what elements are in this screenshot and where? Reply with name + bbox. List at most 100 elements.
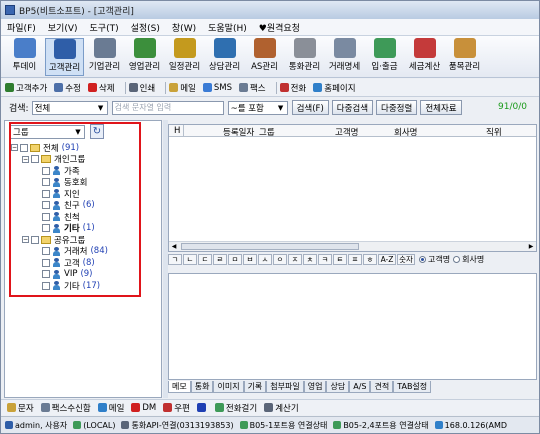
bottom-button-0[interactable]: 문자	[7, 402, 34, 414]
consonant-filter-7[interactable]: ㅇ	[273, 253, 287, 265]
radio-company-name[interactable]	[453, 255, 461, 263]
tree-node[interactable]: 지인	[33, 188, 80, 200]
toolbar-button-5[interactable]: 상담관리	[205, 38, 244, 76]
tree-node[interactable]: 가족	[33, 165, 80, 177]
tree-checkbox[interactable]	[31, 155, 39, 163]
scroll-right-icon[interactable]: ▶	[526, 242, 536, 251]
multi-search-button[interactable]: 다중검색	[331, 100, 374, 115]
scroll-left-icon[interactable]: ◀	[169, 242, 179, 251]
consonant-filter-8[interactable]: ㅈ	[288, 253, 302, 265]
collapse-icon[interactable]: −	[11, 144, 18, 151]
tree-node[interactable]: 친구 (6)	[33, 200, 95, 211]
action-button-7[interactable]: 전화	[279, 82, 306, 94]
col-company[interactable]: 회사명	[394, 126, 417, 138]
col-reg-date[interactable]: 등록일자	[223, 126, 254, 138]
col-h[interactable]: H	[174, 126, 180, 136]
consonant-filter-12[interactable]: ㅍ	[348, 253, 362, 265]
tree-checkbox[interactable]	[42, 270, 50, 278]
menu-window[interactable]: 창(W)	[166, 21, 202, 34]
col-customer-name[interactable]: 고객명	[335, 126, 358, 138]
bottom-button-3[interactable]: DM	[131, 403, 156, 413]
toolbar-button-10[interactable]: 세금계산	[405, 38, 444, 76]
toolbar-button-2[interactable]: 기업관리	[85, 38, 124, 76]
tree-checkbox[interactable]	[42, 212, 50, 221]
tab-1[interactable]: 통화	[190, 381, 214, 393]
menu-view[interactable]: 보기(V)	[42, 21, 84, 34]
consonant-filter-4[interactable]: ㅁ	[228, 253, 242, 265]
search-match-select[interactable]: ~를 포함 ▼	[227, 100, 288, 115]
bottom-button-1[interactable]: 팩스수신함	[40, 402, 91, 414]
tree-checkbox[interactable]	[42, 166, 50, 175]
tree-node[interactable]: − 공유그룹	[22, 234, 85, 246]
consonant-filter-15[interactable]: 숫자	[397, 253, 415, 265]
consonant-filter-13[interactable]: ㅎ	[363, 253, 377, 265]
menu-remote-request[interactable]: ♥원격요청	[253, 21, 306, 34]
tree-node[interactable]: 기타 (1)	[33, 223, 95, 234]
multi-sort-button[interactable]: 다중정렬	[376, 100, 418, 115]
tab-0[interactable]: 메모	[168, 381, 191, 393]
tree-checkbox[interactable]	[42, 189, 50, 198]
action-button-2[interactable]: 삭제	[87, 82, 115, 94]
consonant-filter-2[interactable]: ㄷ	[198, 253, 212, 265]
consonant-filter-1[interactable]: ㄴ	[183, 253, 197, 265]
tab-8[interactable]: 견적	[370, 381, 394, 393]
toolbar-button-8[interactable]: 거래명세	[325, 38, 364, 76]
tab-9[interactable]: TAB설정	[393, 381, 432, 393]
radio-customer-name[interactable]	[419, 255, 426, 263]
toolbar-button-3[interactable]: 영업관리	[125, 38, 164, 76]
tab-4[interactable]: 첨부파일	[266, 381, 304, 393]
bottom-button-7[interactable]: 계산기	[264, 402, 299, 414]
consonant-filter-6[interactable]: ㅅ	[258, 253, 272, 265]
tab-5[interactable]: 영업	[303, 381, 327, 393]
col-position[interactable]: 직위	[486, 126, 502, 138]
refresh-icon[interactable]: ↻	[90, 124, 104, 139]
memo-area[interactable]	[168, 273, 537, 380]
menu-file[interactable]: 파일(F)	[1, 21, 42, 34]
tab-3[interactable]: 기록	[243, 381, 267, 393]
tree-checkbox[interactable]	[42, 258, 50, 267]
col-group[interactable]: 그룹	[259, 126, 275, 138]
consonant-filter-0[interactable]: ㄱ	[168, 253, 182, 265]
action-button-1[interactable]: 수정	[54, 82, 81, 94]
tree-node[interactable]: − 개인그룹	[22, 154, 85, 165]
search-button[interactable]: 검색(F)	[291, 100, 329, 115]
search-input[interactable]: 검색 문자열 입력	[111, 100, 224, 115]
tree-checkbox[interactable]	[42, 281, 50, 290]
action-button-8[interactable]: 홈페이지	[313, 82, 356, 94]
tree-node[interactable]: 친척	[33, 211, 80, 223]
consonant-filter-9[interactable]: ㅊ	[303, 253, 317, 265]
group-select[interactable]: 그룹 ▼	[10, 125, 85, 139]
tree-node[interactable]: − 전체 (91)	[11, 142, 79, 154]
consonant-filter-5[interactable]: ㅂ	[243, 253, 257, 265]
bottom-button-4[interactable]: 우편	[163, 402, 190, 414]
toolbar-button-0[interactable]: 투데이	[5, 38, 44, 76]
toolbar-button-6[interactable]: AS관리	[245, 38, 284, 76]
tree-node[interactable]: 기타 (17)	[33, 280, 100, 292]
collapse-icon[interactable]: −	[22, 236, 29, 243]
tree-checkbox[interactable]	[42, 247, 50, 255]
all-data-button[interactable]: 전체자료	[420, 100, 462, 115]
action-button-5[interactable]: SMS	[202, 83, 232, 93]
tree-checkbox[interactable]	[31, 235, 39, 244]
consonant-filter-14[interactable]: A-Z	[378, 253, 396, 265]
tree-node[interactable]: 고객 (8)	[33, 257, 95, 269]
search-scope-select[interactable]: 전체 ▼	[31, 100, 108, 115]
tree-checkbox[interactable]	[42, 178, 50, 186]
tab-7[interactable]: A/S	[349, 381, 371, 393]
bottom-button-2[interactable]: 메일	[97, 402, 124, 414]
tab-2[interactable]: 이미지	[213, 381, 244, 393]
toolbar-button-1[interactable]: 고객관리	[45, 38, 84, 76]
tree-checkbox[interactable]	[42, 224, 50, 232]
action-button-4[interactable]: 메일	[169, 82, 196, 94]
menu-help[interactable]: 도움말(H)	[202, 21, 253, 34]
consonant-filter-11[interactable]: ㅌ	[333, 253, 347, 265]
tree-node[interactable]: 거래처 (84)	[33, 246, 108, 257]
action-button-3[interactable]: 인쇄	[128, 82, 155, 94]
toolbar-button-7[interactable]: 통화관리	[285, 38, 324, 76]
bottom-button-6[interactable]: 전화걸기	[214, 402, 257, 414]
scrollbar-thumb[interactable]	[181, 243, 359, 250]
tree-checkbox[interactable]	[20, 143, 28, 152]
tree-node[interactable]: VIP (9)	[33, 269, 93, 280]
toolbar-button-11[interactable]: 품목관리	[445, 38, 484, 76]
toolbar-button-9[interactable]: 입·출금	[365, 38, 404, 76]
